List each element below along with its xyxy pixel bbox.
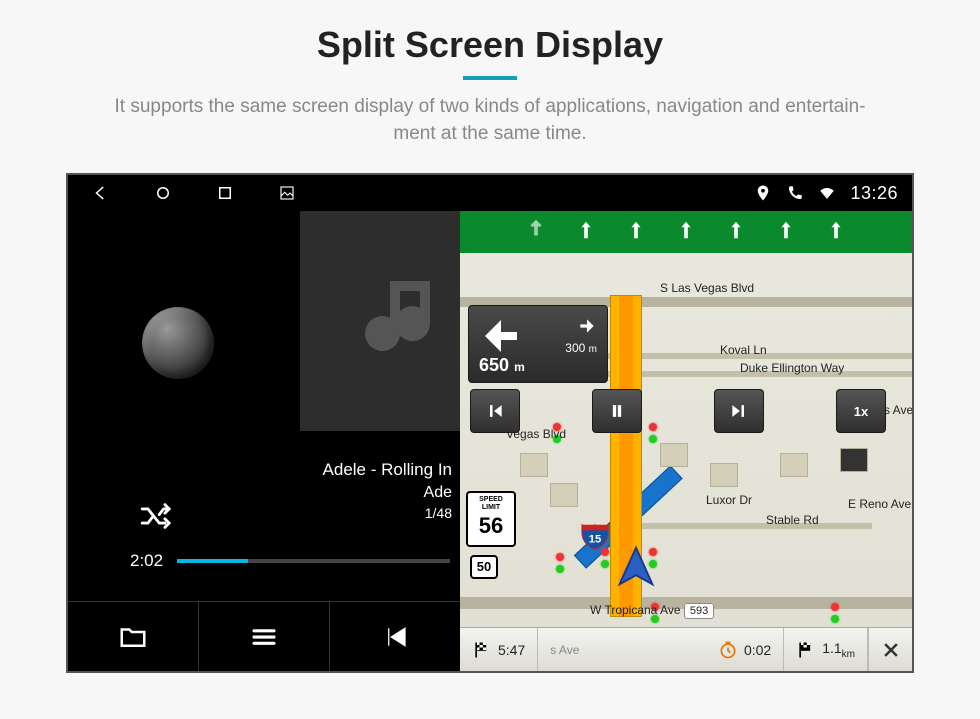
speed-limit-sign: SPEED LIMIT 56 [466,491,516,547]
folder-icon [118,622,148,652]
next-track-button[interactable] [714,389,764,433]
time-remaining-segment[interactable]: 0:02 [706,628,784,671]
lane-arrow-icon [575,216,597,249]
checkered-flag-icon [796,640,816,660]
wifi-icon [818,184,836,202]
next-turn-sub: 300 m [565,316,597,355]
close-nav-button[interactable] [868,628,912,671]
skip-next-icon [729,401,749,421]
subtitle-line1: It supports the same screen display of t… [115,96,866,117]
next-turn-distance: 300 m [565,341,597,355]
playback-speed-button[interactable]: 1x [836,389,886,433]
traffic-light-icon [555,553,565,575]
promo-header: Split Screen Display It supports the sam… [0,0,980,147]
lane-arrow-icon [675,216,697,249]
distance-segment[interactable]: 1.1km [784,628,868,671]
playback-progress[interactable]: 2:02 [130,551,450,571]
current-position-arrow [614,544,658,593]
track-index: 1/48 [323,504,452,523]
close-icon [881,640,901,660]
main-turn-distance: 650 m [479,355,525,376]
eta-value: 5:47 [498,642,525,658]
street-label: W Tropicana Ave 593 [590,603,714,617]
skip-previous-icon [485,401,505,421]
folder-button[interactable] [68,602,199,671]
street-label: Duke Ellington Way [740,361,844,375]
status-clock: 13:26 [850,183,898,204]
interstate-shield-icon: 15 [580,521,610,551]
road [610,523,872,529]
recents-icon[interactable] [216,184,234,202]
title-underline [463,76,517,80]
navigation-pane: S Las Vegas Blvd Koval Ln Duke Ellington… [460,211,912,671]
status-icons: 13:26 [754,183,912,204]
progress-fill [177,559,248,563]
lane-arrow-icon [625,216,647,249]
location-icon [754,184,772,202]
playlist-button[interactable] [199,602,330,671]
volume-knob[interactable] [142,307,214,379]
eta-segment[interactable]: 5:47 [460,628,538,671]
lane-arrow-icon [825,216,847,249]
track-artist: Ade [323,482,452,504]
s-ave-segment: s Ave [538,628,591,671]
clock-icon [718,640,738,660]
lane-arrow-icon [725,216,747,249]
building [660,443,688,467]
street-label: Koval Ln [720,343,767,357]
building [710,463,738,487]
street-label: Luxor Dr [706,493,752,507]
prev-track-button[interactable] [470,389,520,433]
music-bottom-bar [68,601,460,671]
traffic-light-icon [830,603,840,625]
home-icon[interactable] [154,184,172,202]
svg-text:15: 15 [589,534,602,546]
street-number-pill: 593 [684,603,714,619]
street-label: Stable Rd [766,513,819,527]
building [520,453,548,477]
music-player-pane: Adele - Rolling In Ade 1/48 2:02 [68,211,460,671]
page-subtitle: It supports the same screen display of t… [40,94,940,147]
map-canvas[interactable]: S Las Vegas Blvd Koval Ln Duke Ellington… [460,253,912,627]
time-remaining-value: 0:02 [744,642,771,658]
nav-softkeys [68,184,296,202]
image-notification-icon [278,184,296,202]
lane-arrow-icon [525,216,547,249]
pause-button[interactable] [592,389,642,433]
track-title: Adele - Rolling In [323,459,452,482]
previous-button[interactable] [330,602,460,671]
street-label: S Las Vegas Blvd [660,281,754,295]
phone-icon [786,184,804,202]
lane-arrow-icon [775,216,797,249]
building [840,448,868,472]
building [780,453,808,477]
lane-guidance-bar [460,211,912,253]
nav-status-bar: 5:47 s Ave 0:02 1.1km [460,627,912,671]
turn-right-icon [565,316,597,341]
overlay-control-row: 1x [470,389,886,433]
pause-icon [607,401,627,421]
previous-icon [380,622,410,652]
list-icon [249,622,279,652]
back-icon[interactable] [92,184,110,202]
progress-bar[interactable] [177,559,450,563]
speed-limit-value: 56 [468,514,514,538]
building [550,483,578,507]
subtitle-line2: ment at the same time. [393,123,586,144]
street-label: E Reno Ave [848,497,911,511]
distance-value: 1.1km [822,640,855,660]
turn-instruction-panel[interactable]: 300 m 650 m [468,305,608,383]
elapsed-time: 2:02 [130,551,163,571]
route-50-shield: 50 [470,555,498,579]
shuffle-icon[interactable] [138,499,172,538]
traffic-light-icon [600,548,610,570]
checkered-flag-icon [472,640,492,660]
android-statusbar: 13:26 [68,175,912,211]
track-metadata: Adele - Rolling In Ade 1/48 [323,459,452,522]
device-screenshot: 13:26 Adele - Rolling In Ade 1/48 2:02 [66,173,914,673]
music-note-icon [350,261,470,381]
page-title: Split Screen Display [0,24,980,66]
